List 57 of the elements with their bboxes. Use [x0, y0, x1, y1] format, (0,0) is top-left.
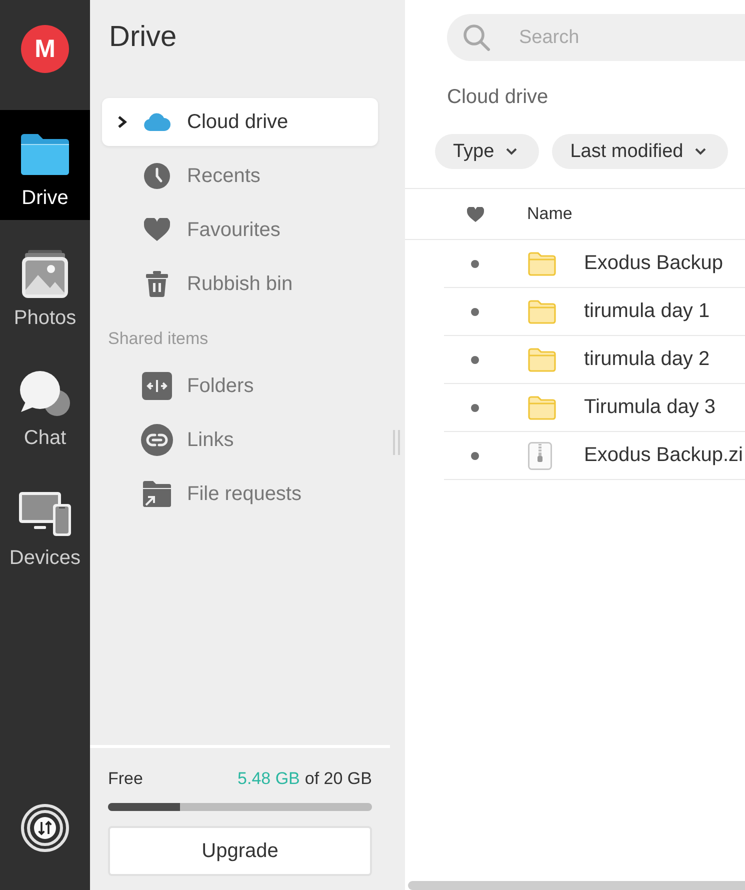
sidebar-title: Drive [109, 20, 178, 55]
file-name: Tirumula day 3 [584, 396, 716, 419]
breadcrumb-label: Cloud drive [447, 85, 550, 109]
nav-item[interactable]: Links [102, 416, 378, 464]
trash-icon [146, 271, 168, 297]
rail-nav-item[interactable]: Devices [0, 470, 90, 580]
nav-item[interactable]: Folders [102, 362, 378, 410]
rail-nav-item[interactable]: Photos [0, 230, 90, 340]
folder-arrow-icon [143, 481, 171, 507]
transfer-arrows-icon[interactable] [21, 804, 69, 852]
dot-icon [471, 260, 479, 268]
clock-icon [144, 163, 170, 189]
speech-bubbles-icon [19, 370, 71, 418]
rail-nav-item[interactable]: Chat [0, 350, 90, 460]
photos-icon [21, 250, 69, 298]
search-icon [463, 24, 490, 51]
dot-icon [471, 452, 479, 460]
folder-icon [21, 133, 69, 175]
folder-icon [528, 396, 556, 420]
resize-handle[interactable] [393, 430, 400, 455]
storage-used: 5.48 GB [238, 768, 300, 790]
nav-item[interactable]: Cloud drive [102, 98, 378, 146]
file-name: Exodus Backup [584, 252, 723, 275]
search-field[interactable]: Search [447, 14, 745, 61]
section-heading: Shared items [108, 329, 210, 349]
file-name: tirumula day 1 [584, 300, 710, 323]
filter-dropdown[interactable]: Type [435, 134, 540, 169]
folder-icon [528, 252, 556, 276]
column-header[interactable]: Name [527, 204, 572, 224]
app-logo[interactable]: M [21, 25, 69, 73]
zip-file-icon [528, 442, 552, 470]
dot-icon [471, 308, 479, 316]
dot-icon [471, 404, 479, 412]
nav-item[interactable]: File requests [102, 470, 378, 518]
heart-icon [144, 218, 170, 242]
file-name: tirumula day 2 [584, 348, 710, 371]
folder-icon [528, 348, 556, 372]
storage-label: Free [108, 768, 143, 790]
dot-icon [471, 356, 479, 364]
heart-icon [466, 206, 484, 222]
horizontal-scrollbar[interactable] [408, 881, 745, 890]
cloud-icon [143, 113, 171, 131]
nav-item[interactable]: Recents [102, 152, 378, 200]
storage-total: of 20 GB [304, 768, 372, 790]
upgrade-button[interactable]: Upgrade [108, 826, 372, 876]
link-icon [141, 424, 173, 456]
folder-icon [528, 300, 556, 324]
rail-nav-item[interactable]: Drive [0, 110, 90, 220]
left-right-arrows-icon [142, 372, 172, 400]
nav-item[interactable]: Rubbish bin [102, 260, 378, 308]
filter-dropdown[interactable]: Last modified [552, 134, 728, 169]
nav-item[interactable]: Favourites [102, 206, 378, 254]
chevron-right-icon[interactable] [117, 115, 127, 129]
file-name: Exodus Backup.zi [584, 444, 743, 467]
chevron-down-icon [506, 148, 518, 155]
monitor-and-phone-icon [19, 492, 71, 536]
chevron-down-icon [695, 148, 706, 155]
